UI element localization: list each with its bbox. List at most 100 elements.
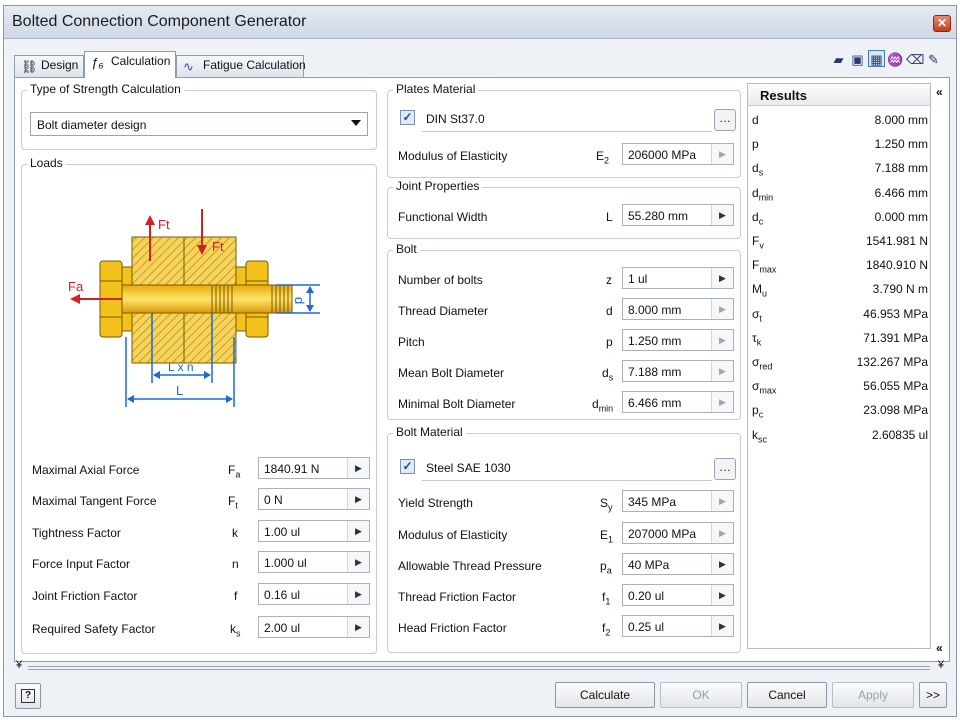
- minimal-diameter-symbol: dmin: [592, 397, 614, 414]
- eraser-icon[interactable]: ⌫: [906, 51, 924, 68]
- apply-button[interactable]: Apply: [832, 682, 914, 708]
- bolt-design-icon: ⛓: [21, 59, 38, 74]
- thread-friction-field[interactable]: 0.20 ul ▶: [622, 584, 734, 606]
- cancel-button[interactable]: Cancel: [747, 682, 827, 708]
- result-value: 2.60835 ul: [871, 427, 928, 442]
- arrow-right-icon[interactable]: ▶: [347, 458, 369, 478]
- plates-modulus-symbol: E2: [596, 149, 610, 166]
- bolt-material-underline: [422, 480, 712, 481]
- result-value: 6.466 mm: [874, 185, 928, 200]
- bolt-count-field[interactable]: 1 ul ▶: [622, 267, 734, 289]
- functional-width-field[interactable]: 55.280 mm ▶: [622, 204, 734, 226]
- pitch-label: Pitch: [398, 335, 425, 349]
- arrow-right-icon[interactable]: ▶: [711, 330, 733, 350]
- head-friction-field[interactable]: 0.25 ul ▶: [622, 615, 734, 637]
- arrow-right-icon[interactable]: ▶: [711, 585, 733, 605]
- thread-diameter-field[interactable]: 8.000 mm ▶: [622, 298, 734, 320]
- yield-strength-field[interactable]: 345 MPa ▶: [622, 490, 734, 512]
- result-symbol: d: [752, 113, 759, 127]
- arrow-right-icon[interactable]: ▶: [711, 523, 733, 543]
- tangent-force-field[interactable]: 0 N ▶: [258, 488, 370, 510]
- bolt-modulus-symbol: E1: [600, 528, 614, 545]
- arrow-right-icon[interactable]: ▶: [711, 268, 733, 288]
- arrow-right-icon[interactable]: ▶: [347, 617, 369, 637]
- tightness-field[interactable]: 1.00 ul ▶: [258, 520, 370, 542]
- tab-calculation[interactable]: ƒ₆ Calculation: [84, 51, 176, 78]
- arrow-right-icon[interactable]: ▶: [347, 489, 369, 509]
- bolt-material-checkbox[interactable]: ✓: [400, 459, 415, 474]
- chevron-down-icon[interactable]: ¥: [16, 659, 22, 671]
- arrow-right-icon[interactable]: ▶: [711, 205, 733, 225]
- force-input-field[interactable]: 1.000 ul ▶: [258, 551, 370, 573]
- arrow-right-icon[interactable]: ▶: [711, 361, 733, 381]
- loads-group-label: Loads: [27, 156, 66, 170]
- result-row: Mu 3.790 N m: [748, 279, 932, 303]
- open-icon[interactable]: ▰: [830, 51, 847, 68]
- bolt-material-name: Steel SAE 1030: [426, 461, 511, 475]
- mean-diameter-field[interactable]: 7.188 mm ▶: [622, 360, 734, 382]
- arrow-right-icon[interactable]: ▶: [711, 491, 733, 511]
- tab-design[interactable]: ⛓ Design: [14, 55, 84, 77]
- arrow-right-icon[interactable]: ▶: [711, 554, 733, 574]
- result-symbol: σred: [752, 355, 773, 372]
- ok-button[interactable]: OK: [660, 682, 742, 708]
- toolbar: ▰ ▣ ▦ ♒ ⌫ ✎: [828, 50, 942, 68]
- plates-material-checkbox[interactable]: ✓: [400, 110, 415, 125]
- arrow-right-icon[interactable]: ▶: [711, 616, 733, 636]
- arrow-right-icon[interactable]: ▶: [347, 521, 369, 541]
- result-value: 46.953 MPa: [863, 306, 928, 321]
- axial-force-field[interactable]: 1840.91 N ▶: [258, 457, 370, 479]
- notes-icon[interactable]: ✎: [925, 51, 942, 68]
- tangent-force-label: Maximal Tangent Force: [32, 494, 157, 508]
- chevron-down-icon: [351, 120, 361, 126]
- pitch-symbol: p: [606, 335, 613, 349]
- bolt-modulus-field[interactable]: 207000 MPa ▶: [622, 522, 734, 544]
- help-button[interactable]: ?: [15, 683, 41, 709]
- arrow-right-icon[interactable]: ▶: [711, 299, 733, 319]
- calc-options-icon[interactable]: ▦: [868, 50, 885, 67]
- result-symbol: σt: [752, 306, 762, 323]
- result-symbol: p: [752, 137, 759, 152]
- thread-pressure-field[interactable]: 40 MPa ▶: [622, 553, 734, 575]
- calculate-button[interactable]: Calculate: [555, 682, 655, 708]
- strength-group: Type of Strength Calculation Bolt diamet…: [21, 82, 377, 150]
- mean-diameter-symbol: ds: [602, 366, 614, 383]
- arrow-right-icon[interactable]: ▶: [347, 584, 369, 604]
- arrow-right-icon[interactable]: ▶: [711, 144, 733, 164]
- safety-factor-field[interactable]: 2.00 ul ▶: [258, 616, 370, 638]
- bolt-material-browse-button[interactable]: …: [714, 458, 736, 480]
- more-button[interactable]: >>: [919, 682, 947, 708]
- results-collapse-strip[interactable]: « «: [933, 83, 949, 659]
- chevron-down-icon[interactable]: ¥: [938, 659, 944, 671]
- title-bar[interactable]: Bolted Connection Component Generator ✕: [4, 6, 956, 39]
- plates-modulus-field[interactable]: 206000 MPa ▶: [622, 143, 734, 165]
- head-friction-row: Head Friction Factor f2 0.25 ul ▶: [398, 615, 738, 639]
- result-symbol: Mu: [752, 282, 768, 299]
- plates-modulus-row: Modulus of Elasticity E2 206000 MPa ▶: [398, 143, 738, 167]
- results-header: Results: [748, 84, 930, 106]
- plates-material-browse-button[interactable]: …: [714, 109, 736, 131]
- pitch-field[interactable]: 1.250 mm ▶: [622, 329, 734, 351]
- result-value: 7.188 mm: [874, 161, 928, 176]
- tab-fatigue-calculation[interactable]: ∿ Fatigue Calculation: [176, 55, 306, 77]
- result-row: Fv 1541.981 N: [748, 231, 932, 255]
- arrow-right-icon[interactable]: ▶: [711, 392, 733, 412]
- expand-icon[interactable]: «: [936, 641, 943, 655]
- result-value: 1.250 mm: [874, 137, 928, 152]
- arrow-right-icon[interactable]: ▶: [347, 552, 369, 572]
- bolt-row-count: Number of bolts z 1 ul ▶: [398, 267, 738, 291]
- functional-width-label: Functional Width: [398, 210, 488, 224]
- bolt-group: Bolt Number of bolts z 1 ul ▶ Thread Diam…: [387, 242, 741, 420]
- strength-type-select[interactable]: Bolt diameter design: [30, 112, 368, 136]
- save-icon[interactable]: ▣: [849, 51, 866, 68]
- close-button[interactable]: ✕: [933, 15, 951, 32]
- joint-friction-field[interactable]: 0.16 ul ▶: [258, 583, 370, 605]
- axial-force-symbol: Fa: [228, 463, 241, 480]
- result-symbol: pc: [752, 403, 764, 420]
- minimal-diameter-field[interactable]: 6.466 mm ▶: [622, 391, 734, 413]
- bolt-modulus-row: Modulus of Elasticity E1 207000 MPa ▶: [398, 522, 738, 546]
- panel-splitter[interactable]: ¥ ¥: [14, 659, 950, 672]
- fatigue-icon[interactable]: ♒: [887, 51, 904, 68]
- result-value: 8.000 mm: [874, 113, 928, 127]
- collapse-icon[interactable]: «: [936, 85, 943, 99]
